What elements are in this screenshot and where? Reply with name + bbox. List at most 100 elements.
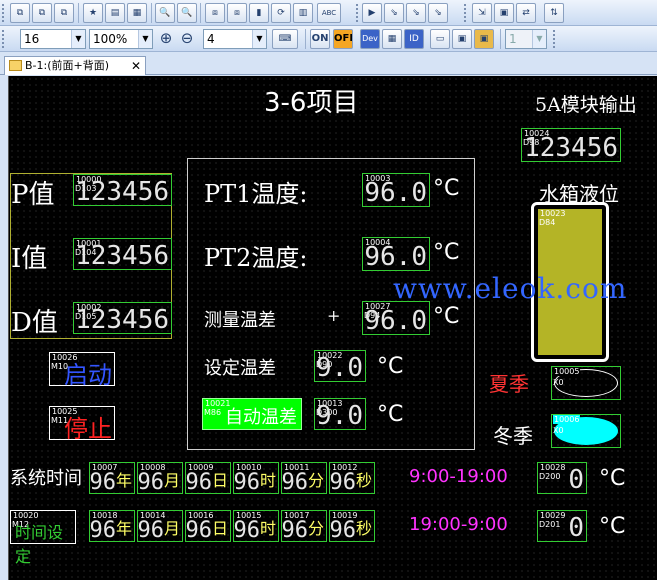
data-icon[interactable]: 🔍 <box>155 3 175 23</box>
system-time-field[interactable]: 10009 96 日 <box>185 462 231 495</box>
book-icon[interactable]: ▤ <box>105 3 125 23</box>
system-time-field[interactable]: 10008 96 月 <box>137 462 183 495</box>
toolbar-grip[interactable] <box>2 4 6 22</box>
toolbar-separator <box>500 29 501 49</box>
winter-tag-address: X0 <box>553 426 564 435</box>
sort-icon[interactable]: ⇅ <box>544 3 564 23</box>
arrow-icon[interactable]: ⇘ <box>384 3 404 23</box>
time-set-unit: 日 <box>211 519 228 538</box>
dev-button[interactable]: Dev <box>360 29 380 49</box>
time-set-field[interactable]: 10016 96 日 <box>185 510 231 543</box>
favorite-icon[interactable]: ★ <box>83 3 103 23</box>
bar-icon[interactable]: ▮ <box>249 3 269 23</box>
grid-value: 4 <box>207 32 215 46</box>
swap-icon[interactable]: ⇄ <box>516 3 536 23</box>
set-value: 9.0 <box>316 353 363 383</box>
d-value-display[interactable]: 10002 D105 123456 <box>73 302 172 335</box>
keyboard-icon[interactable]: ⌨ <box>272 29 298 49</box>
zoom-out-icon[interactable]: ⊖ <box>177 29 197 49</box>
range1-display[interactable]: 10028 D200 0 <box>537 462 587 495</box>
on-button[interactable]: ON <box>310 29 330 49</box>
output-display[interactable]: 10024 D98 123456 <box>521 128 621 163</box>
zoom-select[interactable]: 100% ▼ <box>89 29 153 49</box>
i-value: 123456 <box>75 241 169 271</box>
time-set-field[interactable]: 10017 96 分 <box>281 510 327 543</box>
set-display[interactable]: 10022 D90 9.0 <box>314 350 366 383</box>
i-value-display[interactable]: 10001 D104 123456 <box>73 238 172 271</box>
close-icon[interactable]: ✕ <box>131 57 141 75</box>
hmi-screen-canvas[interactable]: 3-6项目 5A模块输出 10024 D98 123456 P值 10000 D… <box>8 76 657 580</box>
refresh-icon[interactable]: ⟳ <box>271 3 291 23</box>
range2-display[interactable]: 10029 D201 0 <box>537 510 587 543</box>
range1-tag: 10028 <box>539 463 567 472</box>
tab-label: B-1:(前面+背面) <box>25 59 110 72</box>
id-button[interactable]: ID <box>404 29 424 49</box>
arrow-alt-icon[interactable]: ⇘ <box>406 3 426 23</box>
search-icon[interactable]: 🔍 <box>177 3 197 23</box>
set-label: 设定温差 <box>204 358 276 379</box>
duplicate-icon[interactable]: ⧉ <box>54 3 74 23</box>
system-time-field[interactable]: 10010 96 时 <box>233 462 279 495</box>
winter-indicator[interactable]: 10006 X0 <box>551 414 621 448</box>
time-set-field[interactable]: 10014 96 月 <box>137 510 183 543</box>
paste-icon[interactable]: ⧉ <box>32 3 52 23</box>
window-icon[interactable]: ⧈ <box>205 3 225 23</box>
format-toolbar: 16 ▼ 100% ▼ ⊕ ⊖ 4 ▼ ⌨ ON OFF Dev ▦ ID ▭ … <box>0 26 657 52</box>
arrow-edit-icon[interactable]: ⇘ <box>428 3 448 23</box>
time-set-field[interactable]: 10019 96 秒 <box>329 510 375 543</box>
time-set-button[interactable]: 10020 M12 时间设定 <box>10 510 76 566</box>
auto-value-display[interactable]: 10013 D300 9.0 <box>314 398 366 431</box>
import-icon[interactable]: ⇲ <box>472 3 492 23</box>
grid-select[interactable]: 4 ▼ <box>203 29 267 49</box>
system-time-value: 96 <box>137 470 165 495</box>
time-set-field[interactable]: 10015 96 时 <box>233 510 279 543</box>
summer-tag-address: X0 <box>553 378 564 387</box>
range1-tag-address: D200 <box>539 472 561 481</box>
off-button[interactable]: OFF <box>333 29 353 49</box>
toolbar-grip[interactable] <box>553 30 557 48</box>
p-value-display[interactable]: 10000 D103 123456 <box>73 174 172 207</box>
layer-select[interactable]: 1 ▼ <box>505 29 547 49</box>
system-time-field[interactable]: 10007 96 年 <box>89 462 135 495</box>
shape-yellow-icon[interactable]: ▣ <box>474 29 494 49</box>
pt2-display[interactable]: 10004 96.0 <box>362 237 430 272</box>
summer-indicator[interactable]: 10005 X0 <box>551 366 621 400</box>
system-time-value: 96 <box>89 470 117 495</box>
shape-blue-icon[interactable]: ▭ <box>430 29 450 49</box>
layer-value: 1 <box>509 32 517 46</box>
table-icon[interactable]: ▥ <box>293 3 313 23</box>
start-button[interactable]: 10026 M10 启动 <box>49 352 115 389</box>
font-size-select[interactable]: 16 ▼ <box>20 29 86 49</box>
toolbar-grip[interactable] <box>356 4 360 22</box>
chevron-down-icon: ▼ <box>138 30 152 48</box>
tab-b1[interactable]: B-1:(前面+背面) ✕ <box>4 56 146 75</box>
shape-green-icon[interactable]: ▣ <box>452 29 472 49</box>
system-time-field[interactable]: 10011 96 分 <box>281 462 327 495</box>
layout-icon[interactable]: ▦ <box>382 29 402 49</box>
copy-icon[interactable]: ⧉ <box>10 3 30 23</box>
toolbar-grip[interactable] <box>464 4 468 22</box>
zoom-in-icon[interactable]: ⊕ <box>156 29 176 49</box>
window-alt-icon[interactable]: ⧈ <box>227 3 247 23</box>
stop-button[interactable]: 10025 M11 停止 <box>49 406 115 443</box>
frame-icon[interactable]: ▣ <box>494 3 514 23</box>
document-tab-bar: B-1:(前面+背面) ✕ <box>0 54 657 75</box>
time-set-label: 时间设定 <box>15 523 64 566</box>
toolbar-grip[interactable] <box>2 30 6 48</box>
text-abc-icon[interactable]: ABC <box>317 3 341 23</box>
grid-icon[interactable]: ▦ <box>127 3 147 23</box>
system-time-field[interactable]: 10012 96 秒 <box>329 462 375 495</box>
run-icon[interactable]: ▶ <box>362 3 382 23</box>
output-value: 123456 <box>524 133 618 163</box>
auto-unit: °C <box>377 402 404 427</box>
system-time-unit: 秒 <box>355 471 372 490</box>
time-set-field[interactable]: 10018 96 年 <box>89 510 135 543</box>
winter-tag: 10006 <box>553 415 581 424</box>
toolbar-separator <box>305 29 306 49</box>
auto-temp-diff-button[interactable]: 10021 M86 自动温差 <box>202 398 302 430</box>
pt1-display[interactable]: 10003 96.0 <box>362 173 430 208</box>
measure-sign: + <box>327 306 341 325</box>
measure-unit: °C <box>433 304 460 329</box>
measure-display[interactable]: 10027 D94 96.0 <box>362 301 430 336</box>
time-set-unit: 秒 <box>355 519 372 538</box>
